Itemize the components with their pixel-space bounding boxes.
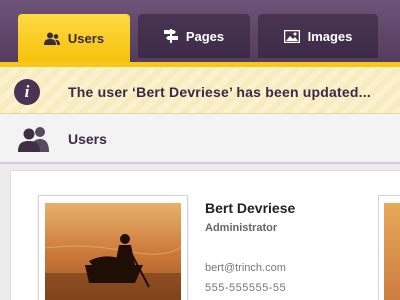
- user-phone: 555-555555-55: [205, 282, 287, 294]
- picture-icon: [283, 29, 300, 43]
- people-icon: [18, 126, 52, 157]
- next-user-card[interactable]: [378, 195, 400, 300]
- tab-users[interactable]: Users: [18, 14, 130, 62]
- user-photo: [45, 203, 181, 300]
- tab-users-label: Users: [67, 30, 105, 46]
- user-name: Bert Devriese: [205, 200, 296, 216]
- notification-bar: i The user ‘Bert Devriese’ has been upda…: [0, 62, 400, 114]
- tab-pages[interactable]: Pages: [138, 14, 250, 58]
- user-email[interactable]: bert@trinch.com: [205, 262, 286, 274]
- tab-pages-label: Pages: [185, 28, 225, 44]
- section-header: Users: [0, 114, 400, 164]
- signpost-icon: [163, 29, 178, 43]
- section-title: Users: [68, 131, 107, 147]
- user-role: Administrator: [205, 222, 278, 234]
- users-icon: [43, 32, 60, 45]
- info-icon: i: [14, 79, 40, 105]
- tab-images[interactable]: Images: [258, 14, 378, 58]
- user-photo-frame[interactable]: [38, 195, 188, 300]
- next-user-photo: [384, 203, 400, 300]
- top-navigation: Users Pages Images: [0, 0, 400, 62]
- notification-message: The user ‘Bert Devriese’ has been update…: [68, 84, 371, 100]
- tab-images-label: Images: [307, 28, 353, 44]
